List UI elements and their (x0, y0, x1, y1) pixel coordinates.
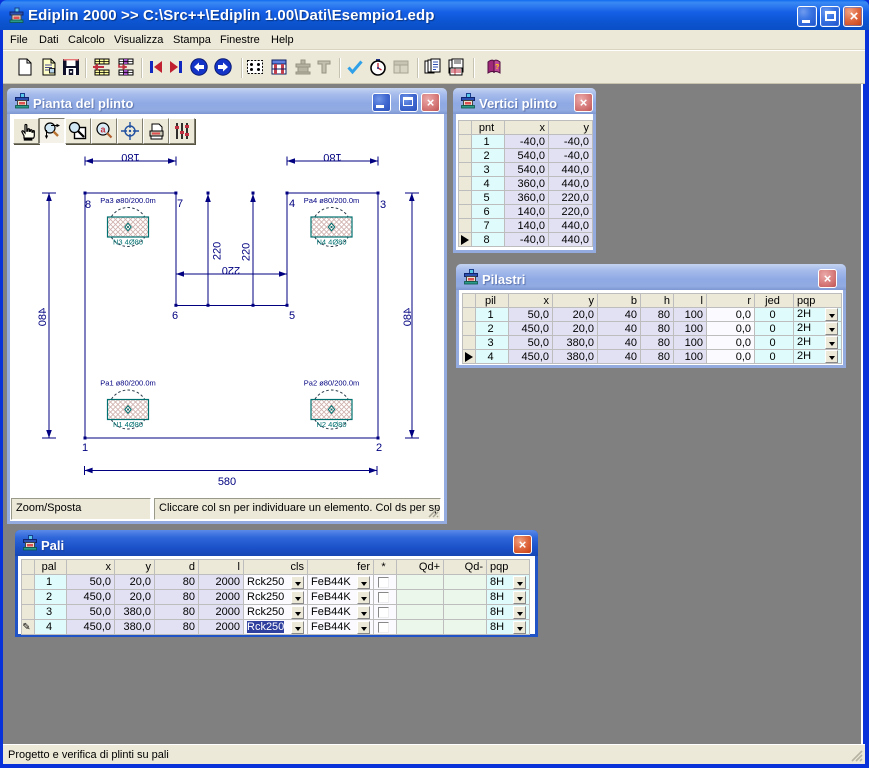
svg-text:6: 6 (172, 310, 178, 322)
svg-text:N4 4Ø80: N4 4Ø80 (316, 238, 346, 247)
svg-text:?: ? (495, 64, 499, 71)
svg-text:580: 580 (218, 476, 236, 488)
svg-text:480: 480 (37, 308, 49, 326)
svg-text:220: 220 (212, 242, 224, 260)
svg-text:480: 480 (402, 308, 414, 326)
svg-text:N2 4Ø80: N2 4Ø80 (316, 420, 346, 429)
svg-text:Pa3 ø80/200.0m: Pa3 ø80/200.0m (100, 196, 155, 205)
svg-text:4: 4 (289, 198, 295, 210)
svg-text:220: 220 (241, 243, 253, 261)
svg-text:N1 4Ø80: N1 4Ø80 (113, 420, 143, 429)
svg-text:220: 220 (222, 264, 240, 276)
svg-text:7: 7 (177, 198, 183, 210)
svg-text:Pa2 ø80/200.0m: Pa2 ø80/200.0m (304, 379, 359, 388)
svg-text:8: 8 (85, 199, 91, 211)
svg-text:180: 180 (121, 151, 139, 163)
svg-text:Pa1 ø80/200.0m: Pa1 ø80/200.0m (100, 379, 155, 388)
svg-text:5: 5 (289, 310, 295, 322)
svg-text:Pa4 ø80/200.0m: Pa4 ø80/200.0m (304, 196, 359, 205)
svg-text:3: 3 (380, 199, 386, 211)
svg-text:1: 1 (82, 442, 88, 454)
svg-text:180: 180 (323, 151, 341, 163)
svg-text:N3 4Ø80: N3 4Ø80 (113, 238, 143, 247)
svg-text:2: 2 (376, 442, 382, 454)
